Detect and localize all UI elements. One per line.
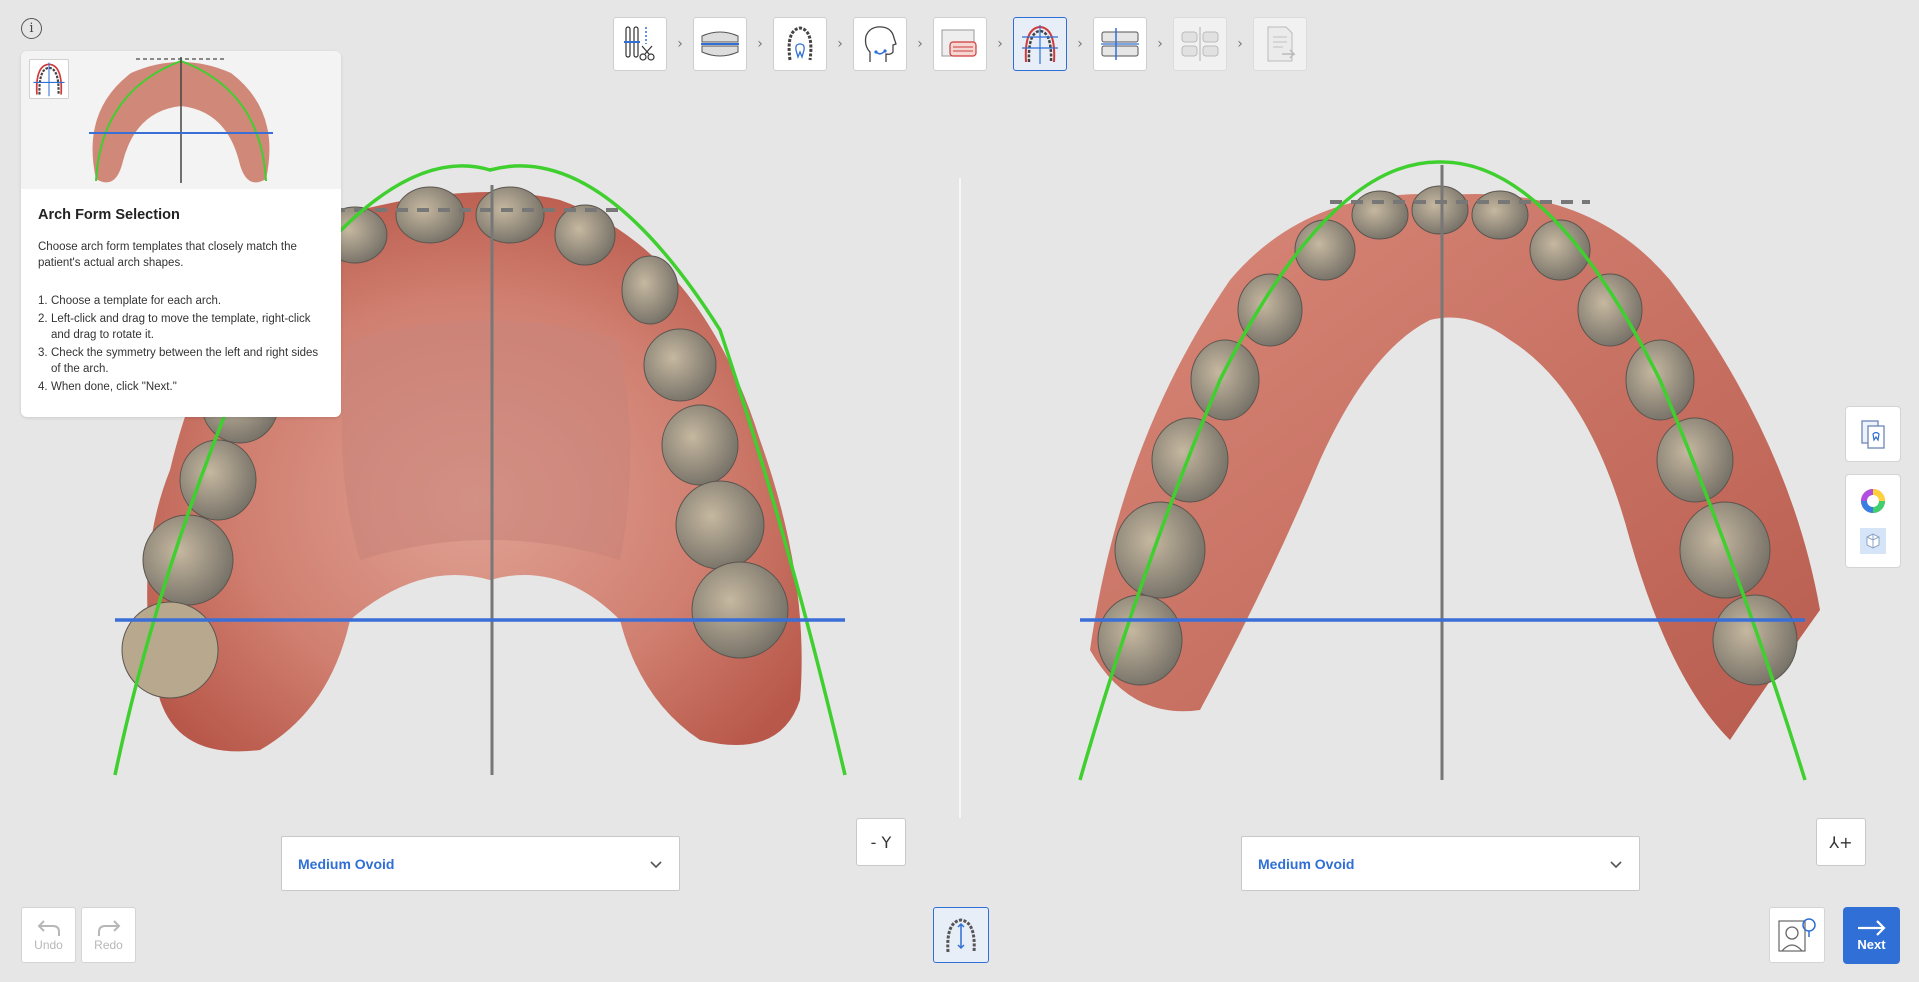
step-tools[interactable] <box>613 17 667 71</box>
redo-button[interactable]: Redo <box>81 907 136 963</box>
info-icon[interactable]: i <box>21 18 42 39</box>
step-bracket[interactable] <box>1093 17 1147 71</box>
upper-arch-template-value: Medium Ovoid <box>298 855 395 872</box>
undo-button[interactable]: Undo <box>21 907 76 963</box>
occlusion-icon <box>701 31 739 57</box>
tools-icon <box>624 26 655 61</box>
lower-view-orientation-button[interactable]: ⅄+ <box>1816 818 1866 866</box>
compare-icon <box>1861 420 1885 449</box>
redo-label: Redo <box>94 938 123 952</box>
guide-description: Choose arch form templates that closely … <box>38 241 297 269</box>
arch-measure-icon <box>946 918 976 953</box>
step-arrow-icon: › <box>1157 36 1163 52</box>
cube-icon[interactable] <box>1859 527 1887 555</box>
lower-arch-template-value: Medium Ovoid <box>1258 855 1355 872</box>
step-xray[interactable] <box>933 17 987 71</box>
display-tools <box>1845 474 1901 568</box>
step-arrow-icon: › <box>837 36 843 52</box>
step-arrow-icon: › <box>1077 36 1083 52</box>
lower-arch-model <box>1078 160 1820 781</box>
chevron-down-icon <box>650 860 662 868</box>
workflow-toolbar: › › › › › › › › <box>613 17 1307 71</box>
step-arrow-icon: › <box>677 36 683 52</box>
setup-icon <box>1181 27 1219 61</box>
doctor-patient-icon <box>1778 918 1816 952</box>
upper-view-orientation-button[interactable]: - Y <box>856 818 906 866</box>
bracket-icon <box>1101 28 1139 60</box>
step-arrow-icon: › <box>917 36 923 52</box>
step-export <box>1253 17 1307 71</box>
step-occlusion[interactable] <box>693 17 747 71</box>
guide-step: 4. When done, click "Next." <box>38 381 177 393</box>
redo-icon <box>97 920 120 936</box>
tooth-segmentation-icon <box>787 26 813 61</box>
step-arrow-icon: › <box>997 36 1003 52</box>
arch-form-icon <box>1022 25 1058 64</box>
xray-icon <box>941 29 977 57</box>
arch-measure-tool-button[interactable] <box>933 907 989 963</box>
chevron-down-icon <box>1610 860 1622 868</box>
arch-illustration <box>89 57 273 183</box>
upper-arch-template-select[interactable]: Medium Ovoid <box>281 836 680 891</box>
step-tooth-segmentation[interactable] <box>773 17 827 71</box>
lower-arch-template-select[interactable]: Medium Ovoid <box>1241 836 1640 891</box>
guide-step: 2. Left-click and drag to move the templa… <box>38 313 311 341</box>
undo-icon <box>37 920 60 936</box>
step-arch-form[interactable] <box>1013 17 1067 71</box>
step-face-alignment[interactable] <box>853 17 907 71</box>
next-label: Next <box>1857 937 1886 952</box>
arch-form-thumb-icon <box>29 59 69 99</box>
step-setup <box>1173 17 1227 71</box>
color-wheel-icon[interactable] <box>1859 487 1887 515</box>
patient-communication-button[interactable] <box>1769 907 1825 963</box>
arrow-right-icon <box>1857 920 1886 936</box>
guide-illustration <box>21 51 341 189</box>
viewport-divider <box>959 178 961 818</box>
next-button[interactable]: Next <box>1843 907 1900 964</box>
step-arrow-icon: › <box>757 36 763 52</box>
guide-step: 1. Choose a template for each arch. <box>38 295 222 307</box>
export-icon <box>1267 26 1296 62</box>
guide-panel: Arch Form Selection Choose arch form tem… <box>21 51 341 417</box>
compare-view-button[interactable] <box>1845 406 1901 462</box>
guide-steps: 1. Choose a template for each arch. 2. Lef… <box>38 293 328 397</box>
guide-title: Arch Form Selection <box>38 207 180 223</box>
lower-arch-viewport[interactable] <box>1070 140 1830 800</box>
undo-label: Undo <box>34 938 63 952</box>
face-icon <box>864 26 897 62</box>
step-arrow-icon: › <box>1237 36 1243 52</box>
guide-step: 3. Check the symmetry between the left an… <box>38 347 319 375</box>
